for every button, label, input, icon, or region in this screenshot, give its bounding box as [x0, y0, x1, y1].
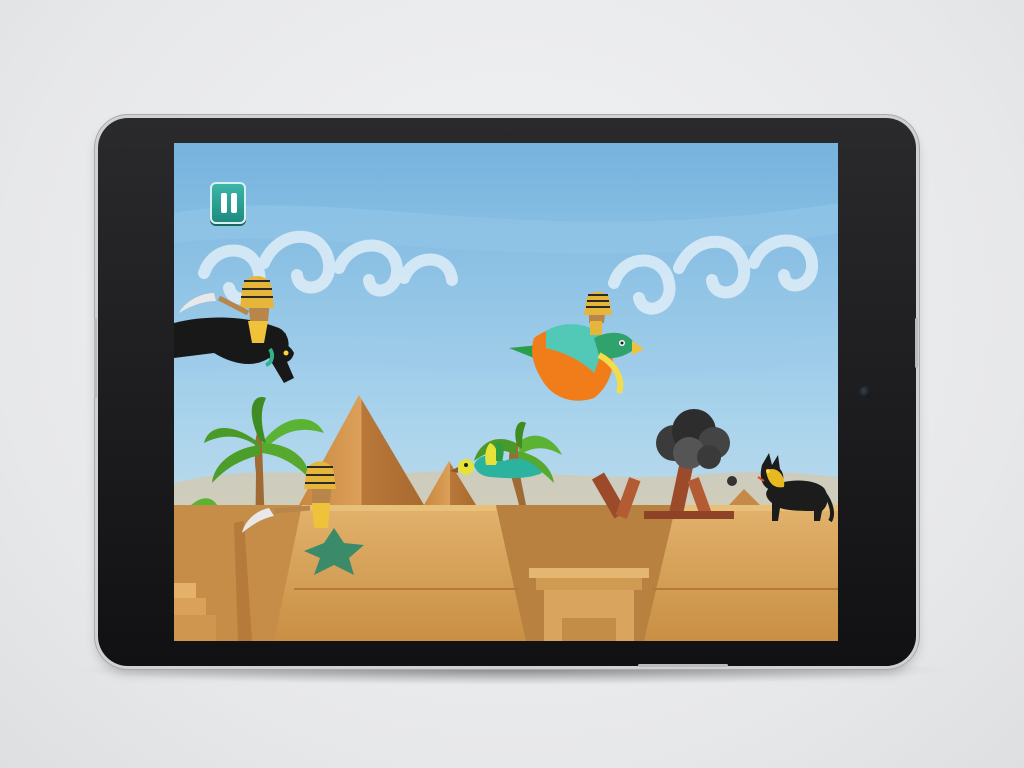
- tablet-device: [94, 118, 918, 667]
- volume-button-left: [94, 318, 97, 398]
- temple-block-right: [644, 505, 838, 641]
- pause-icon: [231, 193, 237, 213]
- temple-block-left: [274, 505, 526, 641]
- pause-button[interactable]: [210, 182, 246, 224]
- device-mockup-stage: [0, 0, 1024, 768]
- power-button-right: [915, 318, 918, 368]
- platform-edge: [302, 505, 496, 511]
- bottom-edge-button: [638, 664, 728, 667]
- pause-icon: [221, 193, 227, 213]
- game-scene: [174, 143, 838, 641]
- temple-pillar: [529, 568, 649, 641]
- front-camera-icon: [859, 386, 871, 398]
- game-screen[interactable]: [174, 143, 838, 641]
